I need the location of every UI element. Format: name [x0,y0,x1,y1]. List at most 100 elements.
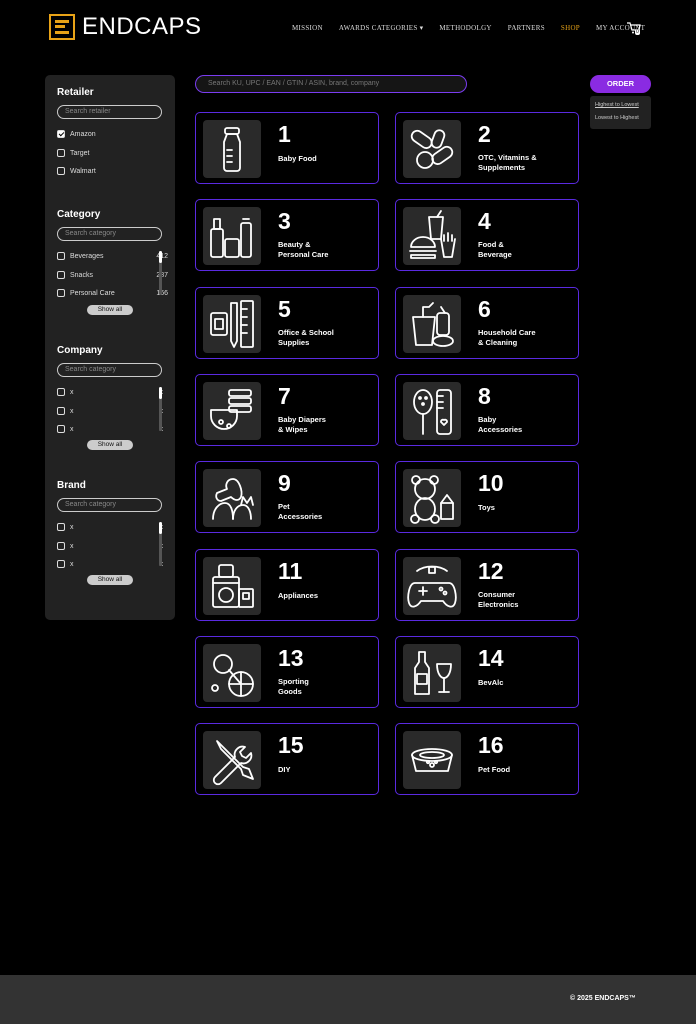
checkbox-icon[interactable] [57,523,65,531]
brand-option[interactable]: xx [57,541,163,551]
checkbox-icon[interactable] [57,407,65,415]
logo-text: ENDCAPS [82,13,202,40]
category-card[interactable]: 3 Beauty & Personal Care [195,199,379,271]
category-option[interactable]: Beverages 412 [57,251,168,261]
category-number: 13 [278,645,304,671]
company-search-input[interactable]: Search category [57,363,162,377]
product-search-input[interactable]: Search KU, UPC / EAN / GTIN / ASIN, bran… [195,75,467,93]
option-label: x [70,388,74,396]
company-show-all-button[interactable]: Show all [87,440,133,450]
retailer-option-target[interactable]: Target [57,148,157,158]
checkbox-icon[interactable] [57,149,65,157]
category-option[interactable]: Snacks 287 [57,270,168,280]
category-label: BevAlc [478,678,504,687]
company-option[interactable]: xx [57,387,163,397]
teddy-bear-icon [403,469,461,527]
company-title: Company [57,345,103,356]
category-label: Appliances [278,591,319,600]
retailer-title: Retailer [57,87,94,98]
brand-search-input[interactable]: Search category [57,498,162,512]
category-card[interactable]: 6 Household Care & Cleaning [395,287,579,359]
checkbox-icon[interactable] [57,425,65,433]
category-card[interactable]: 10 Toys [395,461,579,533]
checkbox-checked-icon[interactable] [57,130,65,138]
dog-cat-icon [203,469,261,527]
filter-sidebar: Retailer Search retailer Amazon Target W… [45,75,175,620]
category-card[interactable]: 9 Pet Accessories [195,461,379,533]
retailer-option-walmart[interactable]: Walmart [57,166,157,176]
option-label: Personal Care [70,289,115,297]
brush-comb-icon [403,382,461,440]
brand-option[interactable]: xx [57,559,163,569]
option-label: x [70,407,74,415]
category-show-all-button[interactable]: Show all [87,305,133,315]
category-number: 9 [278,470,291,496]
main-nav: MISSION AWARDS CATEGORIES ▾ METHODOLGY P… [292,24,661,32]
nav-mission[interactable]: MISSION [292,24,323,32]
category-search-input[interactable]: Search category [57,227,162,241]
category-number: 8 [478,383,491,409]
retailer-search-input[interactable]: Search retailer [57,105,162,119]
category-card[interactable]: 2 OTC, Vitamins & Supplements [395,112,579,184]
category-card[interactable]: 7 Baby Diapers & Wipes [195,374,379,446]
checkbox-icon[interactable] [57,271,65,279]
nav-partners[interactable]: PARTNERS [508,24,545,32]
retailer-option-amazon[interactable]: Amazon [57,129,157,139]
nav-methodology[interactable]: METHODOLGY [439,24,491,32]
logo[interactable]: ENDCAPS [49,13,202,41]
header: ENDCAPS MISSION AWARDS CATEGORIES ▾ METH… [0,0,696,58]
category-number: 4 [478,208,491,234]
category-card[interactable]: 4 Food & Beverage [395,199,579,271]
brand-show-all-button[interactable]: Show all [87,575,133,585]
category-card[interactable]: 14 BevAlc [395,636,579,708]
burger-drink-icon [403,207,461,265]
category-card[interactable]: 11 Appliances [195,549,379,621]
pencil-ruler-icon [203,295,261,353]
order-button[interactable]: ORDER [590,75,651,93]
category-card[interactable]: 13 Sporting Goods [195,636,379,708]
checkbox-icon[interactable] [57,388,65,396]
nav-shop[interactable]: SHOP [561,24,580,32]
checkbox-icon[interactable] [57,560,65,568]
cart-count-badge: 0 [635,29,640,35]
category-scrollbar[interactable] [159,251,162,295]
category-number: 6 [478,296,491,322]
company-scrollbar[interactable] [159,387,162,431]
cleaning-bucket-icon [403,295,461,353]
sort-lowest-to-highest[interactable]: Lowest to Highest [595,115,639,121]
category-card[interactable]: 1 Baby Food [195,112,379,184]
sort-highest-to-lowest[interactable]: Highest to Lowest [595,102,639,108]
wine-bottle-icon [403,644,461,702]
category-card[interactable]: 8 Baby Accessories [395,374,579,446]
category-card[interactable]: 15 DIY [195,723,379,795]
option-label: x [70,523,74,531]
category-label: Beauty & Personal Care [278,240,329,259]
company-option[interactable]: xx [57,424,163,434]
brand-scrollbar[interactable] [159,522,162,566]
option-label: Beverages [70,252,104,260]
brand-option[interactable]: xx [57,522,163,532]
category-label: OTC, Vitamins & Supplements [478,153,537,172]
wrench-screwdriver-icon [203,731,261,789]
checkbox-icon[interactable] [57,167,65,175]
pet-bowl-icon [403,731,461,789]
checkbox-icon[interactable] [57,289,65,297]
copyright-text: © 2025 ENDCAPS™ [570,995,636,1002]
category-card[interactable]: 12 Consumer Electronics [395,549,579,621]
company-option[interactable]: xx [57,406,163,416]
category-label: Food & Beverage [478,240,512,259]
baby-bottle-icon [203,120,261,178]
category-label: Baby Food [278,154,317,163]
category-number: 16 [478,732,504,758]
checkbox-icon[interactable] [57,542,65,550]
nav-awards-categories[interactable]: AWARDS CATEGORIES ▾ [339,24,424,32]
option-label: x [70,425,74,433]
checkbox-icon[interactable] [57,252,65,260]
category-card[interactable]: 5 Office & School Supplies [195,287,379,359]
footer: © 2025 ENDCAPS™ [0,975,696,1024]
option-label: Snacks [70,271,93,279]
category-option[interactable]: Personal Care 166 [57,288,168,298]
category-number: 2 [478,121,491,147]
category-card[interactable]: 16 Pet Food [395,723,579,795]
pills-icon [403,120,461,178]
